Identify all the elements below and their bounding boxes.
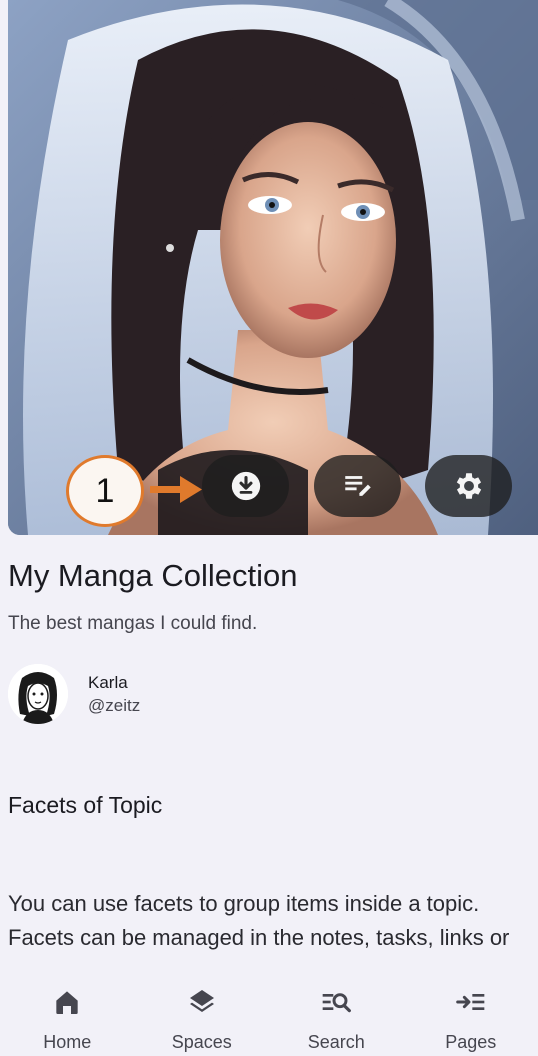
- settings-gear-icon: [456, 473, 481, 499]
- section-title: Facets of Topic: [8, 792, 163, 818]
- section-body-line: You can use facets to group items inside…: [8, 891, 480, 916]
- layers-icon: [189, 990, 214, 1012]
- nav-item-home[interactable]: Home: [0, 968, 135, 1056]
- step-callout: 1: [66, 455, 144, 527]
- avatar-illustration: [8, 664, 68, 724]
- collection-description: The best mangas I could find.: [8, 613, 258, 634]
- section-body: You can use facets to group items inside…: [8, 887, 538, 955]
- nav-label: Home: [43, 1032, 92, 1052]
- author-handle: @zeitz: [88, 696, 141, 715]
- nav-item-pages[interactable]: Pages: [404, 968, 538, 1056]
- nav-label: Search: [307, 1032, 365, 1052]
- home-icon: [56, 991, 78, 1014]
- section-body-line: Facets can be managed in the notes, task…: [8, 925, 510, 950]
- nav-label: Pages: [445, 1032, 497, 1052]
- avatar[interactable]: [8, 664, 68, 724]
- callout-arrow-icon: [150, 476, 202, 503]
- author-name[interactable]: Karla: [88, 673, 128, 693]
- nav-label: Spaces: [171, 1032, 232, 1052]
- callout-number: 1: [95, 471, 115, 510]
- pages-arrow-icon: [455, 994, 485, 1010]
- edit-notes-button[interactable]: [314, 455, 401, 517]
- bottom-navigation: Home Spaces Search Pages: [0, 968, 538, 1056]
- edit-notes-icon: [344, 476, 371, 496]
- settings-button[interactable]: [425, 455, 512, 517]
- download-button[interactable]: [202, 455, 289, 517]
- collection-title: My Manga Collection: [8, 558, 298, 593]
- search-list-icon: [322, 993, 352, 1013]
- download-icon: [231, 471, 260, 501]
- nav-item-spaces[interactable]: Spaces: [135, 968, 270, 1056]
- nav-item-search[interactable]: Search: [269, 968, 404, 1056]
